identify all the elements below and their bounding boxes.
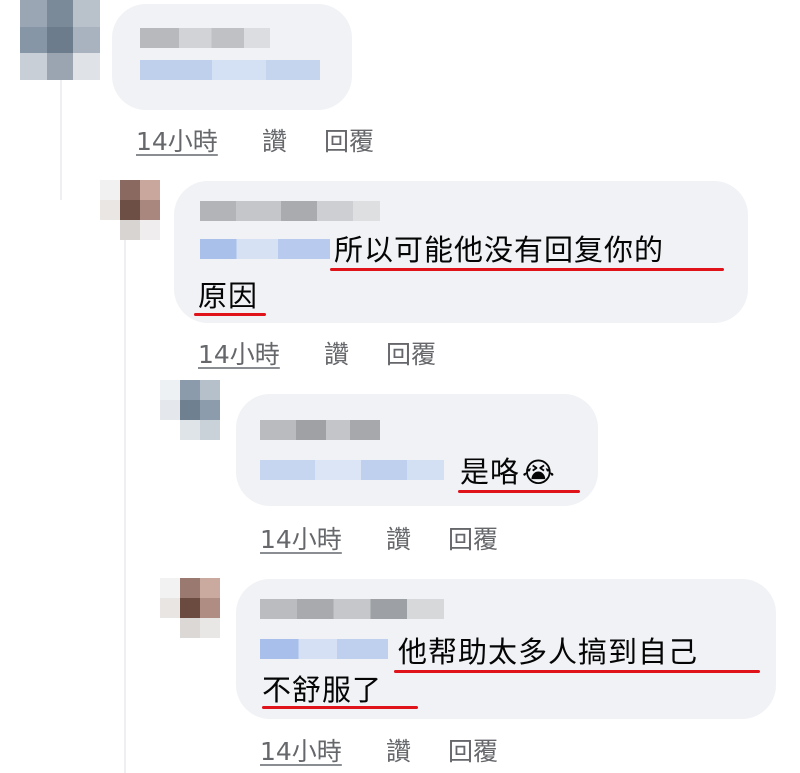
timestamp-link[interactable]: 14小時 [260, 732, 342, 768]
crying-face-emoji-icon: 😭 [522, 456, 556, 489]
highlight-underline [194, 313, 266, 316]
comment-actions: 14小時 讚 回覆 [260, 732, 560, 766]
like-button[interactable]: 讚 [386, 732, 411, 768]
avatar[interactable] [20, 0, 100, 80]
avatar[interactable] [100, 180, 160, 240]
comment-actions: 14小時 讚 回覆 [260, 520, 560, 554]
reply-button[interactable]: 回覆 [324, 122, 374, 158]
reply-button[interactable]: 回覆 [448, 520, 498, 556]
message-blurred [140, 60, 320, 80]
author-name-blurred[interactable] [140, 28, 270, 48]
comment-actions: 14小時 讚 回覆 [136, 122, 436, 156]
mention-blurred [200, 239, 330, 259]
author-name-blurred[interactable] [260, 420, 380, 440]
comment-text-line-2: 原因 [198, 279, 259, 313]
highlight-underline [262, 706, 418, 709]
author-name-blurred[interactable] [200, 201, 380, 221]
like-button[interactable]: 讚 [324, 335, 349, 371]
comment-text-line-1: 他帮助太多人搞到自己 [398, 635, 699, 669]
comment-bubble [112, 4, 352, 110]
timestamp-link[interactable]: 14小時 [136, 122, 218, 158]
comment-text-content: 是咯 [460, 455, 521, 489]
reply-button[interactable]: 回覆 [386, 335, 436, 371]
avatar[interactable] [160, 380, 220, 440]
mention-blurred [260, 639, 388, 659]
comment-text-line-2: 不舒服了 [262, 673, 383, 707]
comment-text-line-1: 所以可能他没有回复你的 [334, 233, 665, 267]
highlight-underline [330, 268, 724, 271]
timestamp-link[interactable]: 14小時 [260, 520, 342, 556]
thread-line-level2 [124, 240, 126, 773]
like-button[interactable]: 讚 [262, 122, 287, 158]
timestamp-link[interactable]: 14小時 [198, 335, 280, 371]
mention-blurred [260, 460, 444, 480]
avatar[interactable] [160, 578, 220, 638]
highlight-underline [394, 670, 760, 673]
comment-text: 是咯😭 [460, 452, 556, 493]
thread-line-level1 [60, 80, 62, 200]
like-button[interactable]: 讚 [386, 520, 411, 556]
author-name-blurred[interactable] [260, 599, 444, 619]
highlight-underline [458, 490, 580, 493]
comment-actions: 14小時 讚 回覆 [198, 335, 498, 369]
reply-button[interactable]: 回覆 [448, 732, 498, 768]
